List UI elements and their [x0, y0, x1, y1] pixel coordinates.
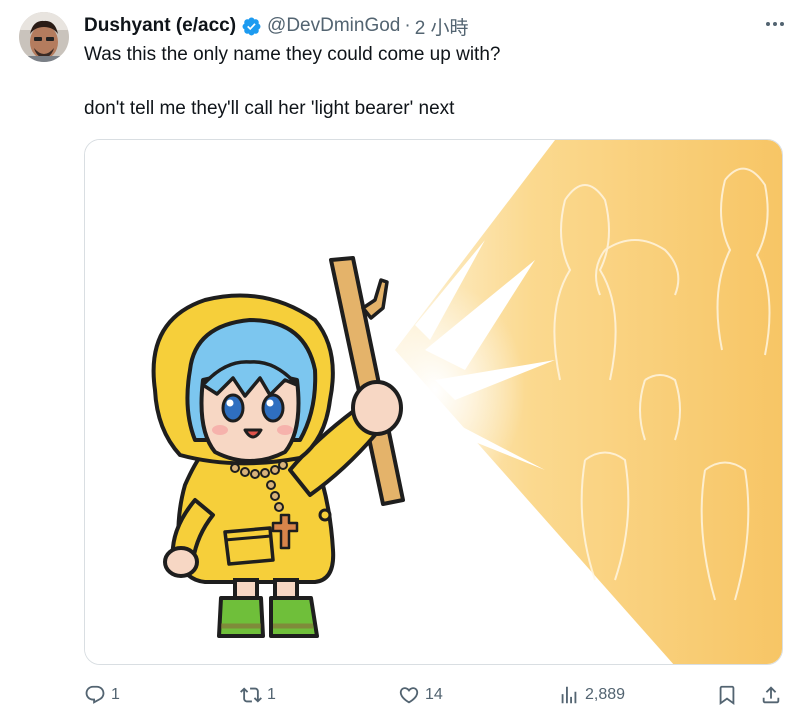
retweet-count: 1: [267, 686, 276, 703]
tweet-card[interactable]: Dushyant (e/acc) @DevDminGod · 2 小時 Was …: [0, 0, 799, 722]
retweet-button[interactable]: 1: [240, 678, 276, 712]
tweet-timestamp[interactable]: 2 小時: [415, 13, 469, 40]
reply-button[interactable]: 1: [84, 678, 120, 712]
reply-count: 1: [111, 686, 120, 703]
heart-icon: [399, 687, 419, 704]
views-button[interactable]: 2,889: [558, 678, 625, 712]
user-avatar: [19, 12, 69, 62]
separator-dot: ·: [404, 15, 411, 36]
share-icon: [762, 686, 780, 704]
retweet-icon: [240, 687, 262, 703]
author-handle[interactable]: @DevDminGod: [267, 15, 400, 37]
tweet-text-line: Was this the only name they could come u…: [84, 44, 501, 65]
views-chart-icon: [561, 686, 577, 704]
like-button[interactable]: 14: [398, 678, 443, 712]
tweet-text: Was this the only name they could come u…: [84, 43, 784, 121]
author-display-name[interactable]: Dushyant (e/acc): [84, 15, 236, 37]
reply-icon: [85, 685, 105, 704]
bookmark-icon: [719, 685, 735, 706]
more-options-icon[interactable]: [759, 14, 791, 34]
verified-badge-icon: [241, 16, 262, 37]
illustration-raincoat-girl-with-staff: [85, 140, 782, 664]
tweet-actions-bar: 1 1 14 2,889: [84, 678, 784, 712]
tweet-header: Dushyant (e/acc) @DevDminGod · 2 小時: [84, 13, 789, 39]
share-button[interactable]: [760, 678, 782, 712]
views-count: 2,889: [585, 686, 626, 703]
author-avatar[interactable]: [19, 12, 69, 62]
like-count: 14: [425, 686, 443, 703]
tweet-text-line: don't tell me they'll call her 'light be…: [84, 98, 455, 119]
bookmark-button[interactable]: [716, 678, 738, 712]
tweet-media-image[interactable]: [84, 139, 783, 665]
